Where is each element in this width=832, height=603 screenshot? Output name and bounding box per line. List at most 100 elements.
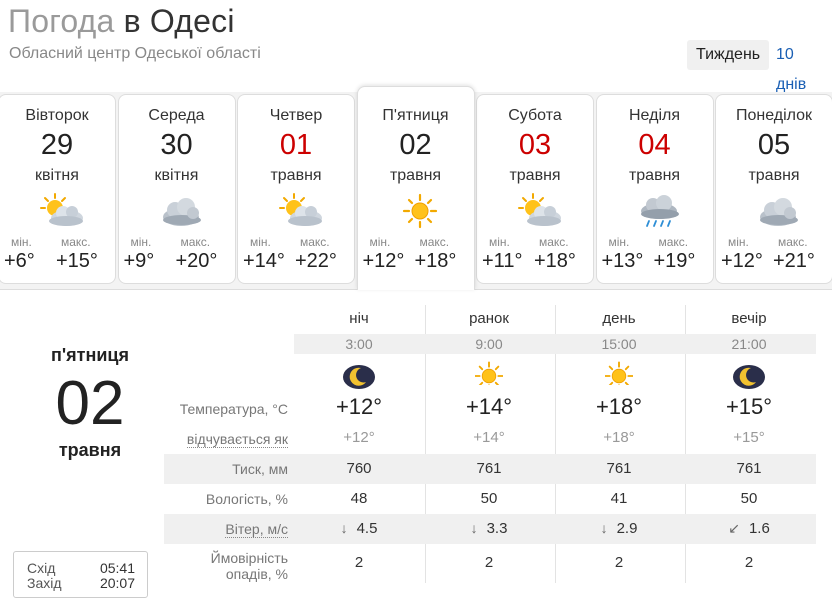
partly-cloudy-icon [511,191,567,231]
max-label: макс. [300,235,330,249]
page-title: Погода в Одесі [8,3,235,40]
period-wind: ↓ 4.5 [340,520,378,537]
day-name: П'ятниця [382,107,449,124]
period-name: день [602,310,636,327]
min-label: мін. [11,235,32,249]
wind-direction-icon: ↓ [600,520,608,536]
period-icon [684,362,814,397]
min-label: мін. [369,235,391,249]
period-precip: 2 [614,554,624,571]
max-label: макс. [180,235,211,249]
period-name: ніч [349,310,369,327]
period-temp: +18° [595,394,643,419]
day-card[interactable]: Субота 03 травня мін. макс. +11° +18° [476,94,594,284]
period-precip: 2 [484,554,494,571]
period-humidity: 41 [610,490,628,507]
max-temp: +22° [295,250,337,272]
max-label: макс. [539,235,569,249]
period-name: вечір [731,310,767,327]
day-month: травня [628,167,681,184]
period-feels-like: +12° [343,429,375,446]
period-temp: +15° [725,394,773,419]
temp-row-label: Температура, °C [179,401,288,417]
period-feels-like: +18° [603,429,635,446]
wind-direction-icon: ↓ [470,520,478,536]
rain-cloud-icon [631,191,687,231]
period-time: 15:00 [601,336,637,352]
day-card[interactable]: Вівторок 29 квітня мін. макс. +6° +15° [0,94,116,284]
day-date: 29 [40,129,74,161]
day-name: Неділя [629,107,680,124]
day-month: травня [509,167,561,184]
period-time: 3:00 [345,336,373,352]
min-temp: +11° [482,250,523,272]
max-label: макс. [61,235,91,249]
day-card[interactable]: П'ятниця 02 травня мін. макс. +12° +18° [356,86,475,290]
day-card[interactable]: Середа 30 квітня мін. макс. +9° +20° [117,94,236,284]
day-month: травня [748,167,800,184]
period-wind: ↓ 2.9 [600,520,638,537]
period-temp: +14° [465,394,513,419]
title-prefix: Погода [8,3,115,39]
period-pressure: 761 [736,460,762,477]
day-date: 30 [160,129,193,161]
period-wind: ↙ 1.6 [728,520,770,537]
day-card[interactable]: Четвер 01 травня мін. макс. +14° +22° [237,94,355,284]
sunset-label: Захід [27,575,62,591]
period-humidity: 48 [350,490,368,507]
max-label: макс. [419,235,450,249]
period-feels-like: +15° [733,429,765,446]
precip-row-label: Ймовірність опадів, % [210,550,288,582]
sunset-time: 20:07 [99,575,135,591]
sun-icon [605,359,633,385]
day-card[interactable]: Понеділок 05 травня мін. макс. +12° +21° [715,94,832,284]
day-date: 05 [757,129,791,161]
min-label: мін. [250,235,271,249]
period-precip: 2 [744,554,754,571]
min-label: мін. [608,235,630,249]
min-temp: +9° [123,250,155,272]
period-pressure: 760 [346,460,372,477]
humidity-row-label: Вологість, % [205,491,288,507]
moon-icon [341,362,377,392]
max-temp: +21° [773,250,815,272]
period-humidity: 50 [740,490,758,507]
partly-cloudy-icon [33,191,89,231]
sunrise-time: 05:41 [99,560,135,576]
period-icon [554,359,684,390]
tab-week[interactable]: Тиждень [687,40,770,70]
period-time: 9:00 [475,336,503,352]
selected-day-month: травня [58,440,122,460]
moon-icon [731,362,767,392]
selected-day-date: 02 [55,369,125,438]
day-name: Вівторок [25,107,89,124]
period-icon [424,359,554,390]
day-date: 04 [638,129,671,161]
day-month: травня [389,167,442,184]
selected-day: п'ятниця 02 травня [20,345,160,461]
max-temp: +18° [534,250,576,272]
sun-icon [392,191,448,231]
day-month: квітня [35,167,79,184]
cloudy-icon [153,191,209,231]
period-name: ранок [469,310,509,327]
selected-day-name: п'ятниця [51,345,129,365]
max-label: макс. [778,235,808,249]
tab-10-days[interactable]: 10 днів [767,40,832,93]
wind-row-label: Вітер, м/с [225,521,288,538]
max-temp: +15° [56,250,98,272]
min-label: мін. [728,235,749,249]
day-name: Понеділок [735,107,813,124]
day-date: 01 [279,129,313,161]
day-month: травня [270,167,322,184]
wind-direction-icon: ↙ [728,520,740,536]
max-temp: +19° [653,250,696,272]
day-card[interactable]: Неділя 04 травня мін. макс. +13° +19° [595,94,714,284]
pressure-row-label: Тиск, мм [232,461,288,477]
period-pressure: 761 [606,460,632,477]
min-temp: +6° [4,250,35,272]
min-temp: +14° [243,250,285,272]
min-temp: +12° [721,250,763,272]
title-city: в Одесі [123,3,235,39]
cloudy-icon [750,191,806,231]
